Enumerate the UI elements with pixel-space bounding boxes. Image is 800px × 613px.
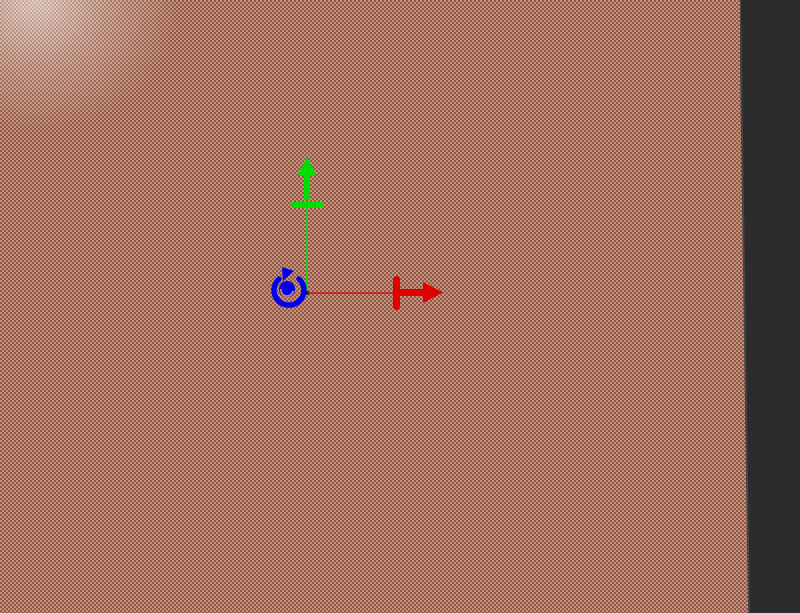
light-glare	[0, 0, 180, 130]
app-window	[0, 0, 800, 613]
